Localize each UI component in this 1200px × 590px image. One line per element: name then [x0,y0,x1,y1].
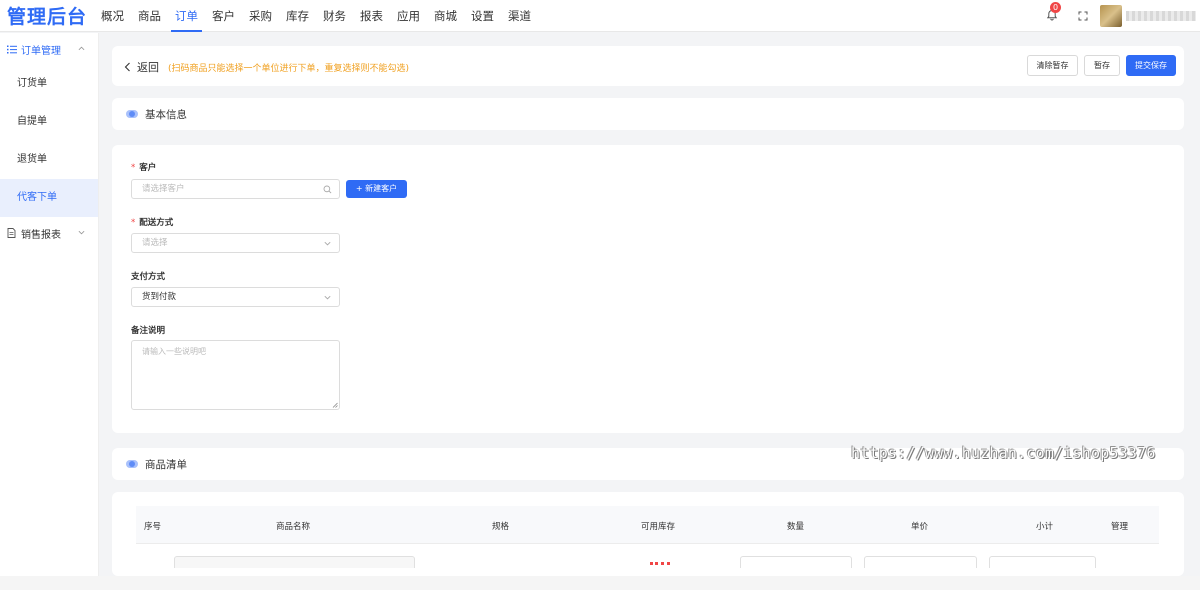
product-select-stub[interactable] [174,556,415,568]
back-button[interactable]: 返回 [124,59,159,75]
col-available-stock: 可用库存 [641,522,676,532]
chevron-up-icon [78,46,85,51]
sidebar-item-pickup-order[interactable]: 自提单 [0,103,98,141]
section-title-text: 商品清单 [145,458,187,471]
col-actions: 管理 [1111,522,1129,532]
username-redacted[interactable] [1126,11,1196,21]
col-subtotal: 小计 [1036,522,1054,532]
remark-label: 备注说明 [131,326,166,336]
resize-grip-icon[interactable] [332,402,338,408]
sidebar-group-sales-report[interactable]: 销售报表 [0,217,98,249]
sidebar: 订单管理 订货单 自提单 退货单 代客下单 销售报表 [0,33,99,576]
col-index: 序号 [144,522,162,532]
sidebar-item-purchase-order[interactable]: 订货单 [0,65,98,103]
sidebar-group-label: 订单管理 [21,45,61,57]
col-unit-price: 单价 [911,522,929,532]
main-nav: 概况 商品 订单 客户 采购 库存 财务 报表 应用 商城 设置 渠道 [94,0,538,32]
search-icon [323,185,332,194]
nav-reports[interactable]: 报表 [356,0,387,32]
scan-note: (扫码商品只能选择一个单位进行下单，重复选择则不能勾选) [168,64,410,74]
new-customer-button[interactable]: + 新建客户 [346,180,407,198]
app-logo[interactable]: 管理后台 [0,2,94,29]
customer-select[interactable]: 请选择客户 [131,179,340,199]
nav-orders[interactable]: 订单 [171,0,202,32]
sidebar-item-proxy-order[interactable]: 代客下单 [0,179,98,217]
section-title-text: 基本信息 [145,108,187,121]
top-navbar: 管理后台 概况 商品 订单 客户 采购 库存 财务 报表 应用 商城 设置 渠道… [0,0,1200,32]
section-dot-icon [126,110,138,118]
goods-table-header: 序号 商品名称 规格 可用库存 数量 单价 小计 管理 [136,506,1159,544]
save-draft-button[interactable]: 暂存 [1084,55,1120,76]
nav-inventory[interactable]: 库存 [282,0,313,32]
list-icon [6,44,17,55]
chevron-down-icon [324,295,331,300]
nav-customers[interactable]: 客户 [208,0,239,32]
col-product-name: 商品名称 [276,522,311,532]
avatar[interactable] [1100,5,1122,27]
customer-label: * 客户 [131,163,157,173]
clear-draft-button[interactable]: 清除暂存 [1027,55,1078,76]
notification-badge: 0 [1050,2,1061,13]
delivery-select[interactable]: 请选择 [131,233,340,253]
nav-purchase[interactable]: 采购 [245,0,276,32]
fullscreen-icon [1078,11,1088,21]
remark-textarea[interactable]: 请输入一些说明吧 [131,340,340,410]
col-quantity: 数量 [787,522,805,532]
section-dot-icon [126,460,138,468]
stock-indicator [650,562,670,566]
back-label: 返回 [137,61,159,74]
nav-channels[interactable]: 渠道 [504,0,535,32]
chevron-down-icon [324,241,331,246]
payment-label: 支付方式 [131,272,166,282]
delivery-label: * 配送方式 [131,218,174,228]
sidebar-group-label: 销售报表 [21,229,61,241]
sidebar-group-orders[interactable]: 订单管理 [0,33,98,65]
nav-apps[interactable]: 应用 [393,0,424,32]
nav-finance[interactable]: 财务 [319,0,350,32]
sidebar-item-return-order[interactable]: 退货单 [0,141,98,179]
watermark: https://www.huzhan.com/ishop53376 [851,444,1156,462]
payment-select[interactable]: 货到付款 [131,287,340,307]
chevron-left-icon [124,62,130,72]
unit-price-input-stub[interactable] [864,556,977,568]
page-header: 返回 (扫码商品只能选择一个单位进行下单，重复选择则不能勾选) 清除暂存 暂存 … [112,46,1184,86]
col-spec: 规格 [492,522,510,532]
nav-settings[interactable]: 设置 [467,0,498,32]
nav-overview[interactable]: 概况 [97,0,128,32]
document-icon [6,228,17,239]
topbar-actions: 0 [1046,0,1200,32]
goods-table-card: 序号 商品名称 规格 可用库存 数量 单价 小计 管理 [112,492,1184,576]
basic-info-form: * 客户 请选择客户 + 新建客户 * 配送方式 请选择 支付方式 货到付款 备注说… [112,145,1184,433]
chevron-down-icon [78,230,85,235]
submit-button[interactable]: 提交保存 [1126,55,1176,76]
quantity-input-stub[interactable] [740,556,852,568]
basic-info-section-title: 基本信息 [112,98,1184,130]
bottom-strip [0,576,1200,590]
fullscreen-toggle[interactable] [1076,9,1090,23]
subtotal-input-stub[interactable] [989,556,1096,568]
nav-mall[interactable]: 商城 [430,0,461,32]
nav-goods[interactable]: 商品 [134,0,165,32]
notification-bell[interactable]: 0 [1046,2,1061,23]
